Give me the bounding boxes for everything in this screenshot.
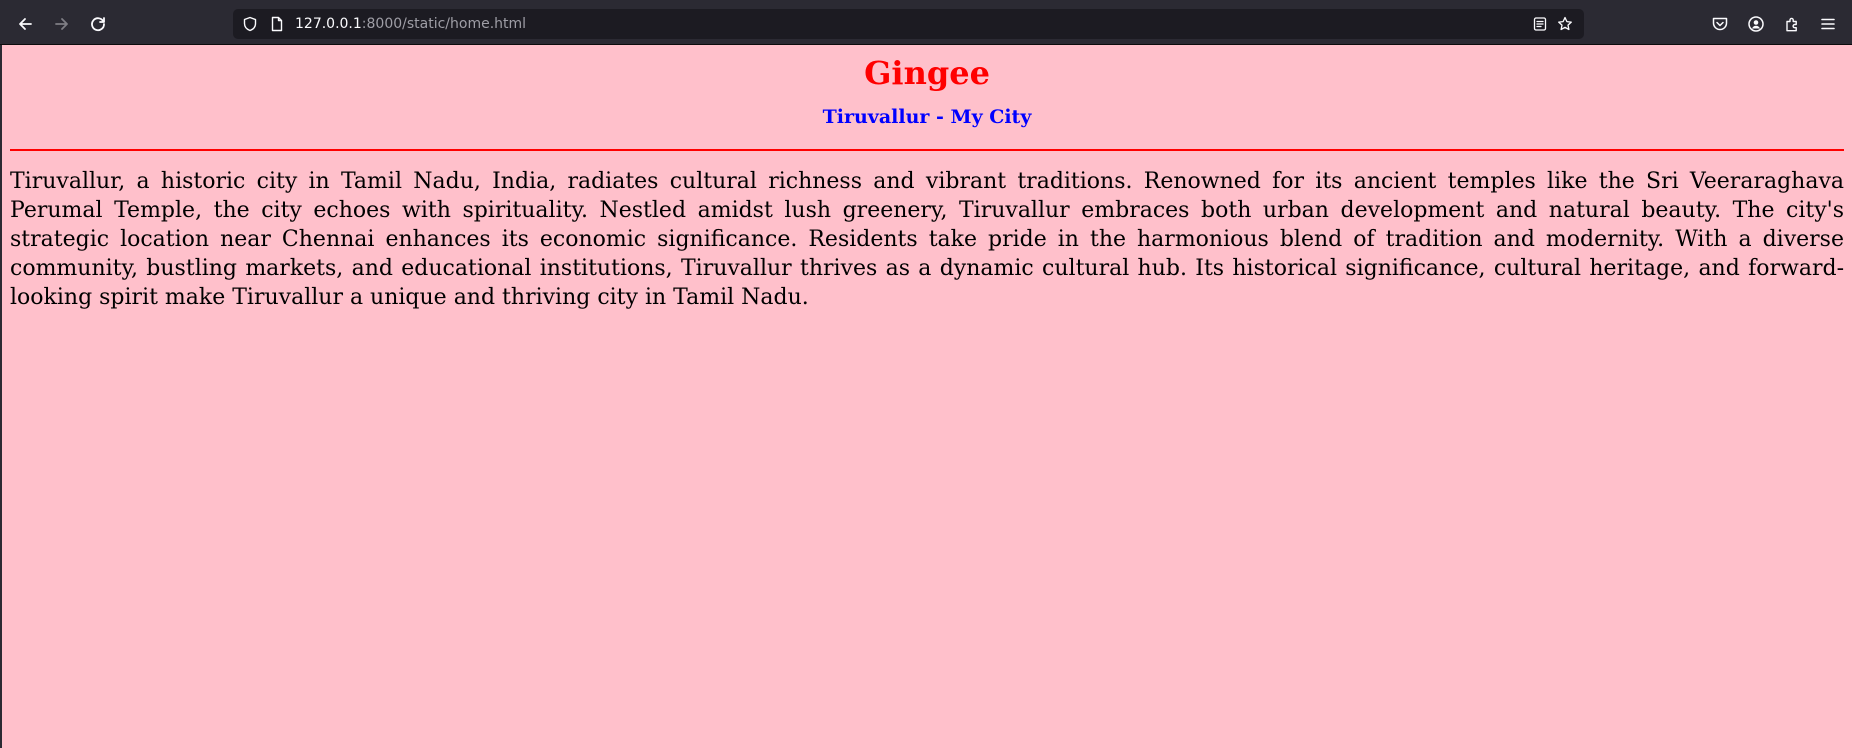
- reload-button[interactable]: [82, 8, 114, 40]
- divider: [10, 149, 1844, 151]
- page-viewport: Gingee Tiruvallur - My City Tiruvallur, …: [0, 45, 1852, 748]
- reload-icon: [91, 17, 105, 32]
- page-icon: [271, 16, 283, 32]
- url-text[interactable]: 127.0.0.1:8000/static/home.html: [295, 15, 526, 33]
- account-icon: [1748, 16, 1764, 32]
- bookmark-button[interactable]: [1556, 15, 1574, 33]
- star-icon: [1558, 16, 1572, 31]
- forward-arrow-icon: [55, 18, 68, 30]
- reader-view-icon: [1533, 17, 1547, 31]
- tracking-protection-button[interactable]: [241, 15, 259, 33]
- reader-view-button[interactable]: [1531, 15, 1549, 33]
- back-arrow-icon: [19, 18, 32, 30]
- shield-icon: [243, 16, 257, 32]
- extensions-button[interactable]: [1779, 11, 1805, 37]
- url-host: 127.0.0.1: [295, 16, 362, 32]
- forward-button[interactable]: [46, 8, 78, 40]
- url-path: :8000/static/home.html: [361, 16, 527, 32]
- account-button[interactable]: [1743, 11, 1769, 37]
- page-title: Gingee: [864, 54, 990, 92]
- pocket-icon: [1712, 17, 1728, 31]
- pocket-button[interactable]: [1707, 11, 1733, 37]
- back-button[interactable]: [9, 8, 41, 40]
- extensions-icon: [1786, 17, 1797, 32]
- app-menu-button[interactable]: [1815, 11, 1841, 37]
- browser-toolbar: 127.0.0.1:8000/static/home.html: [0, 0, 1852, 45]
- description-paragraph: Tiruvallur, a historic city in Tamil Nad…: [10, 169, 1844, 310]
- site-info-button[interactable]: [268, 15, 286, 33]
- page-subtitle: Tiruvallur - My City: [822, 106, 1032, 128]
- hamburger-menu-icon: [1821, 18, 1835, 30]
- address-bar[interactable]: 127.0.0.1:8000/static/home.html: [233, 9, 1584, 39]
